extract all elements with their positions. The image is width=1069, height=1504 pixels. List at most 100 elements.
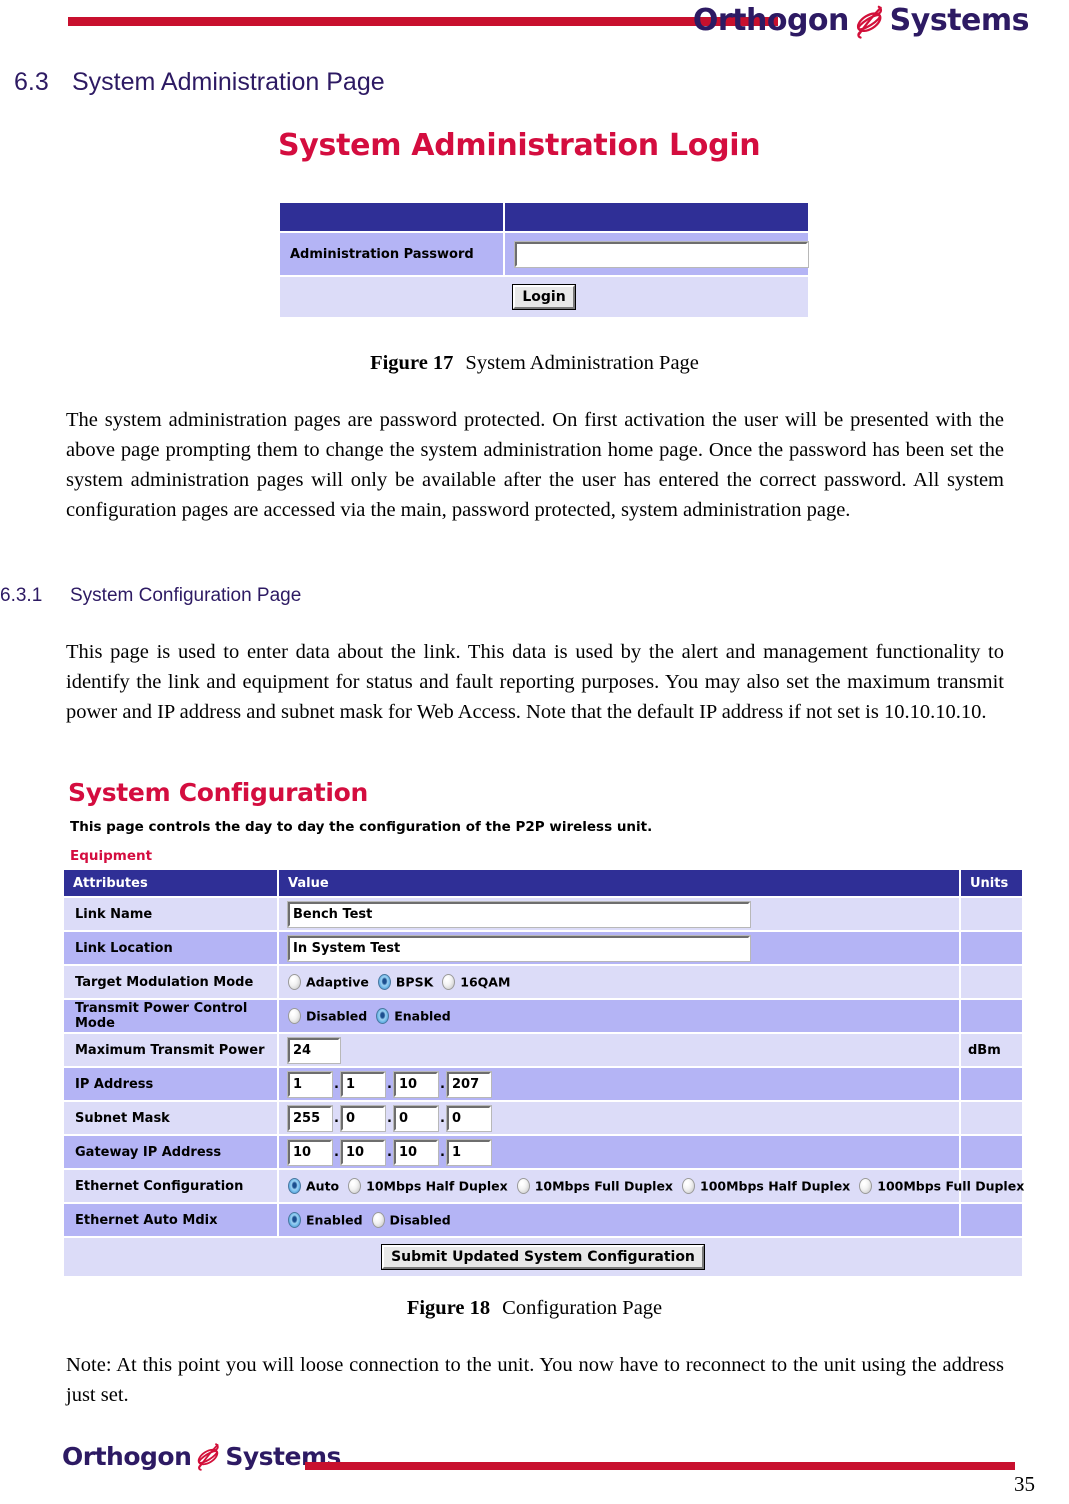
config-radio-option[interactable]: Adaptive xyxy=(288,974,369,990)
figure-17-caption: Figure 17 System Administration Page xyxy=(0,352,1069,375)
radio-unselected-icon[interactable] xyxy=(682,1178,695,1194)
config-ip-octet-input[interactable]: 10 xyxy=(393,1070,439,1098)
ip-separator-dot: . xyxy=(440,1076,445,1092)
column-header-units: Units xyxy=(961,870,1022,896)
config-ip-octet-input[interactable]: 255 xyxy=(287,1104,333,1132)
config-radio-option[interactable]: 100Mbps Full Duplex xyxy=(859,1178,1024,1194)
config-ip-octet-input[interactable]: 10 xyxy=(287,1138,333,1166)
config-radio-option[interactable]: 100Mbps Half Duplex xyxy=(682,1178,850,1194)
config-radio-option[interactable]: Disabled xyxy=(371,1212,451,1228)
config-attribute-label: Ethernet Auto Mdix xyxy=(64,1204,277,1236)
administration-password-cell xyxy=(505,233,809,275)
config-radio-label: Disabled xyxy=(389,1212,451,1228)
config-submit-row: Submit Updated System Configuration xyxy=(64,1238,1022,1276)
radio-unselected-icon[interactable] xyxy=(371,1212,385,1228)
page-header: Orthogon Systems xyxy=(0,0,1069,58)
config-radio-label: Enabled xyxy=(394,1008,451,1024)
globe-swoosh-icon xyxy=(850,3,888,41)
ip-separator-dot: . xyxy=(334,1144,339,1160)
paragraph-note: Note: At this point you will loose conne… xyxy=(66,1354,1004,1406)
config-radio-label: BPSK xyxy=(395,974,434,990)
administration-password-input[interactable] xyxy=(514,240,809,268)
login-submit-row: Login xyxy=(280,277,808,317)
config-ip-octet-input[interactable]: 1 xyxy=(340,1070,386,1098)
footer-logo-word-orthogon: Orthogon xyxy=(62,1441,192,1471)
config-ip-octet-input[interactable]: 0 xyxy=(340,1104,386,1132)
figure-18-label: Figure 18 xyxy=(406,1297,491,1319)
config-radio-label: 16QAM xyxy=(460,974,511,990)
radio-selected-icon[interactable] xyxy=(288,1212,301,1228)
config-radio-option[interactable]: 10Mbps Half Duplex xyxy=(348,1178,508,1194)
radio-selected-icon[interactable] xyxy=(377,974,391,990)
config-ip-octet-input[interactable]: 0 xyxy=(393,1104,439,1132)
config-units-cell xyxy=(961,1136,1022,1168)
config-attribute-label: Target Modulation Mode xyxy=(64,966,277,998)
config-radio-option[interactable]: 10Mbps Full Duplex xyxy=(516,1178,673,1194)
config-attribute-label: Ethernet Configuration xyxy=(64,1170,277,1202)
config-ip-octet-input[interactable]: 207 xyxy=(446,1070,492,1098)
ip-separator-dot: . xyxy=(387,1110,392,1126)
config-ip-octet-input[interactable]: 1 xyxy=(446,1138,492,1166)
section-heading-6-3: 6.3 System Administration Page xyxy=(14,68,385,97)
login-header-cell-right xyxy=(505,203,808,231)
config-ip-octet-input[interactable]: 10 xyxy=(393,1138,439,1166)
radio-unselected-icon[interactable] xyxy=(516,1178,530,1194)
radio-selected-icon[interactable] xyxy=(288,1178,301,1194)
system-configuration-table: Attributes Value Units Link Name Bench Te… xyxy=(62,868,1024,1278)
figure-18-caption: Figure 18 Configuration Page xyxy=(0,1297,1069,1320)
config-radio-label: 100Mbps Full Duplex xyxy=(877,1178,1025,1194)
login-page-title: System Administration Login xyxy=(278,128,761,163)
radio-unselected-icon[interactable] xyxy=(288,1008,301,1024)
config-table-body: Link Name Bench Test Link Location In Syste… xyxy=(64,898,1024,1236)
config-value-cell: In System Test xyxy=(279,932,959,964)
config-text-input[interactable]: Bench Test xyxy=(287,900,751,928)
login-submit-cell: Login xyxy=(280,277,808,317)
config-ip-octet-input[interactable]: 10 xyxy=(340,1138,386,1166)
config-ip-octet-input[interactable]: 0 xyxy=(446,1104,492,1132)
config-radio-label: Adaptive xyxy=(306,974,369,990)
config-radio-option[interactable]: Enabled xyxy=(376,1008,451,1024)
radio-unselected-icon[interactable] xyxy=(859,1178,873,1194)
footer-rule xyxy=(305,1462,1015,1470)
config-page-intro: This page controls the day to day the co… xyxy=(70,819,653,835)
config-radio-option[interactable]: Auto xyxy=(288,1178,339,1194)
config-value-cell: Adaptive BPSK 16QAM xyxy=(279,966,959,998)
config-text-input[interactable]: In System Test xyxy=(287,934,751,962)
brand-logo-footer: Orthogon Systems xyxy=(62,1440,341,1472)
logo-word-systems: Systems xyxy=(889,3,1030,39)
radio-unselected-icon[interactable] xyxy=(442,974,456,990)
radio-unselected-icon[interactable] xyxy=(288,974,301,990)
config-radio-option[interactable]: Enabled xyxy=(288,1212,363,1228)
column-header-value: Value xyxy=(279,870,959,896)
ip-separator-dot: . xyxy=(387,1144,392,1160)
brand-logo-header: Orthogon Systems xyxy=(692,2,1030,41)
config-text-input[interactable]: 24 xyxy=(287,1036,341,1064)
submit-updated-system-configuration-button[interactable]: Submit Updated System Configuration xyxy=(381,1244,705,1270)
ip-separator-dot: . xyxy=(440,1144,445,1160)
config-table-row: Link Name Bench Test xyxy=(64,898,1022,930)
config-value-cell: 24 xyxy=(279,1034,959,1066)
config-table-row: IP Address 1. 1. 10. 207 xyxy=(64,1068,1022,1100)
config-value-cell: Auto 10Mbps Half Duplex 10Mbps Full Duplex… xyxy=(279,1170,1024,1202)
config-table-header-row: Attributes Value Units xyxy=(64,870,1022,896)
config-table-row: Ethernet Auto Mdix Enabled Disabled xyxy=(64,1204,1022,1236)
config-units-cell xyxy=(961,898,1022,930)
figure-18-text: Configuration Page xyxy=(502,1297,663,1319)
config-ip-octet-input[interactable]: 1 xyxy=(287,1070,333,1098)
config-table-row: Ethernet Configuration Auto 10Mbps Half Du… xyxy=(64,1170,1024,1202)
config-radio-option[interactable]: Disabled xyxy=(288,1008,367,1024)
config-table-row: Target Modulation Mode Adaptive BPSK 16QAM xyxy=(64,966,1022,998)
config-attribute-label: IP Address xyxy=(64,1068,277,1100)
config-radio-option[interactable]: 16QAM xyxy=(442,974,510,990)
section-heading-6-3-1: 6.3.1 System Configuration Page xyxy=(0,585,301,607)
config-units-cell xyxy=(961,966,1022,998)
config-radio-label: 10Mbps Full Duplex xyxy=(534,1178,673,1194)
login-password-row: Administration Password xyxy=(280,233,809,275)
logo-word-orthogon: Orthogon xyxy=(692,3,850,39)
radio-unselected-icon[interactable] xyxy=(348,1178,362,1194)
figure-17-text: System Administration Page xyxy=(465,352,699,374)
radio-selected-icon[interactable] xyxy=(376,1008,390,1024)
config-units-cell: dBm xyxy=(961,1034,1022,1066)
login-button[interactable]: Login xyxy=(512,284,576,310)
config-radio-option[interactable]: BPSK xyxy=(377,974,434,990)
